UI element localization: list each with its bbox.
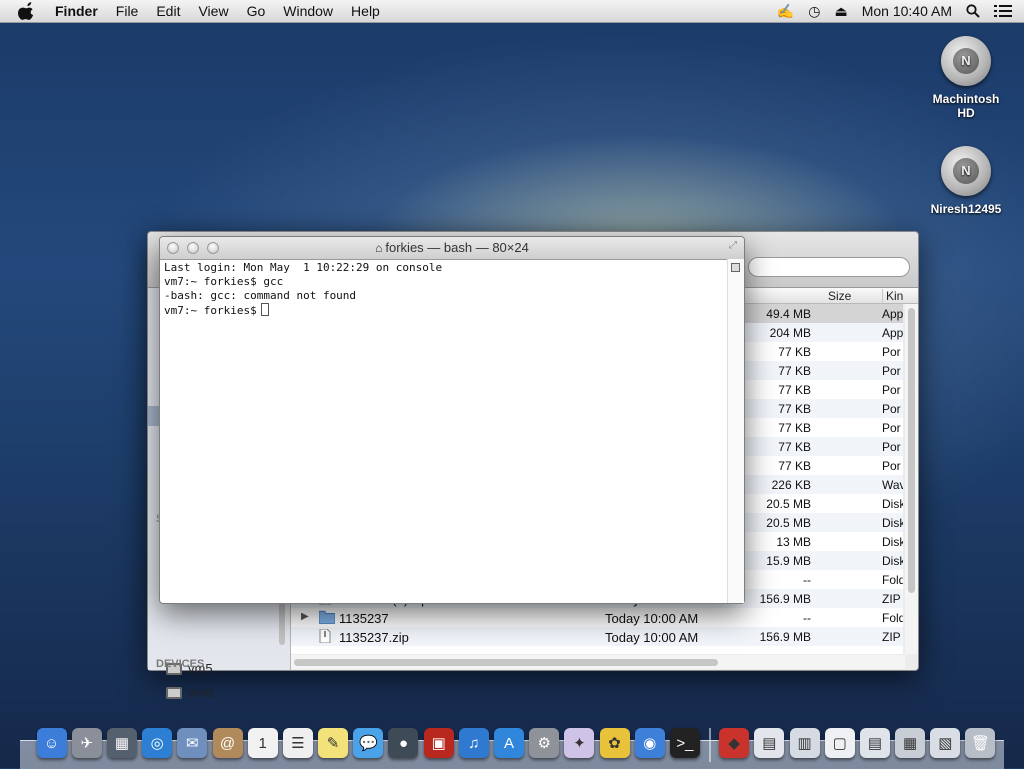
scroll-thumb[interactable] [294, 659, 718, 666]
horizontal-scrollbar[interactable] [291, 655, 905, 669]
menu-file[interactable]: File [107, 3, 148, 19]
dock-mail-icon[interactable]: ✉ [177, 728, 208, 758]
dock-doc-3-icon[interactable]: ▢ [824, 728, 855, 758]
terminal-line: vm7:~ forkies$ gcc [164, 275, 284, 288]
finder-search-field[interactable] [748, 257, 910, 277]
dock-system-preferences-icon[interactable]: ⚙ [529, 728, 560, 758]
menu-bar: Finder File Edit View Go Window Help ✍ ◷… [0, 0, 1024, 23]
apple-icon[interactable] [18, 2, 36, 20]
terminal-titlebar[interactable]: ⌂ forkies — bash — 80×24 ⤢ [160, 237, 744, 260]
dock-contacts-icon[interactable]: @ [212, 728, 243, 758]
fullscreen-icon[interactable]: ⤢ [729, 240, 740, 251]
sidebar-item-vm6[interactable]: vm6 [166, 685, 213, 700]
hard-disk-icon: N [941, 36, 991, 86]
menu-help[interactable]: Help [342, 3, 389, 19]
dock-doc-1-icon[interactable]: ▤ [754, 728, 785, 758]
dock-doc-2-icon[interactable]: ▥ [789, 728, 820, 758]
text-cursor [260, 303, 269, 316]
scroll-thumb[interactable] [908, 308, 915, 593]
terminal-output[interactable]: Last login: Mon May 1 10:22:29 on consol… [164, 261, 724, 599]
terminal-window[interactable]: ⌂ forkies — bash — 80×24 ⤢ Last login: Mo… [159, 236, 745, 604]
dock-cyberduck-icon[interactable]: ✿ [599, 728, 630, 758]
dock-mission-control-icon[interactable]: ▦ [106, 728, 137, 758]
folder-icon [319, 610, 335, 624]
desktop-icon-label: Niresh12495 [930, 202, 1002, 216]
terminal-title: ⌂ forkies — bash — 80×24 [375, 240, 529, 255]
dock-photo-booth-icon[interactable]: ▣ [423, 728, 454, 758]
menu-finder[interactable]: Finder [46, 3, 107, 19]
notification-list-icon[interactable] [994, 4, 1012, 18]
dock-terminal-icon[interactable]: >_ [669, 728, 700, 758]
terminal-prompt: vm7:~ forkies$ [164, 304, 257, 317]
terminal-line: -bash: gcc: command not found [164, 289, 357, 302]
desktop-icon-machintosh-hd[interactable]: N Machintosh HD [921, 36, 1011, 120]
script-icon[interactable]: ✍ [777, 3, 794, 20]
table-row[interactable]: 1135237.zip Today 10:00 AM 156.9 MB ZIP [291, 627, 903, 646]
dock-messages-icon[interactable]: 💬 [353, 728, 384, 758]
computer-icon [166, 686, 182, 699]
dock-app-store-icon[interactable]: A [494, 728, 525, 758]
spotlight-icon[interactable] [966, 4, 980, 18]
dock: ☺ ✈ ▦ ◎ ✉ @1 ☰ ✎ 💬 ● ▣ ♫ A ⚙ ✦ ✿ ◉ >_ ◆ ▤ ▥ ▢ ▤ ▦ ▧ 🗑 [34, 722, 1004, 768]
zip-file-icon [319, 629, 331, 643]
dock-chrome-icon[interactable]: ◉ [634, 728, 665, 758]
disclosure-triangle-icon[interactable]: ▶ [301, 611, 309, 622]
dock-reminders-icon[interactable]: ☰ [282, 728, 313, 758]
vertical-scrollbar[interactable] [905, 304, 918, 654]
dock-notes-icon[interactable]: ✎ [318, 728, 349, 758]
dock-angry-birds-icon[interactable]: ◆ [719, 728, 750, 758]
menu-window[interactable]: Window [274, 3, 342, 19]
desktop-icon-niresh12495[interactable]: N Niresh12495 [921, 146, 1011, 216]
dock-separator [708, 728, 711, 762]
dock-itunes-icon[interactable]: ♫ [458, 728, 489, 758]
split-pane-button[interactable] [731, 263, 740, 272]
column-header-kind[interactable]: Kin [882, 289, 903, 303]
sidebar-item-label: vm6 [188, 685, 213, 700]
column-header-size[interactable]: Size [828, 289, 851, 303]
menu-go[interactable]: Go [238, 3, 275, 19]
time-machine-icon[interactable]: ◷ [808, 3, 820, 20]
dock-unicorn-icon[interactable]: ✦ [564, 728, 595, 758]
menu-view[interactable]: View [189, 3, 237, 19]
dock-safari-icon[interactable]: ◎ [142, 728, 173, 758]
desktop-icon-label: Machintosh HD [932, 92, 1000, 120]
table-row[interactable]: ▶ 1135237 Today 10:00 AM -- Fold [291, 608, 903, 627]
dock-finder-icon[interactable]: ☺ [36, 728, 67, 758]
hard-disk-icon: N [941, 146, 991, 196]
sidebar-devices-header: DEVICES [156, 658, 205, 670]
menu-extras: ✍ ◷ ⏏ Mon 10:40 AM [777, 3, 1024, 20]
dock-doc-6-icon[interactable]: ▧ [930, 728, 961, 758]
dock-calendar-icon[interactable]: 1 [247, 728, 278, 758]
terminal-prompt-line: vm7:~ forkies$ [164, 303, 724, 318]
dock-facetime-icon[interactable]: ● [388, 728, 419, 758]
menu-clock[interactable]: Mon 10:40 AM [862, 3, 952, 19]
dock-launchpad-icon[interactable]: ✈ [71, 728, 102, 758]
terminal-scrollbar[interactable] [727, 259, 744, 603]
dock-doc-5-icon[interactable]: ▦ [895, 728, 926, 758]
dock-trash-icon[interactable]: 🗑 [965, 728, 996, 758]
menu-edit[interactable]: Edit [147, 3, 189, 19]
home-icon: ⌂ [375, 241, 383, 255]
terminal-line: Last login: Mon May 1 10:22:29 on consol… [164, 261, 443, 274]
dock-doc-4-icon[interactable]: ▤ [859, 728, 890, 758]
eject-icon[interactable]: ⏏ [834, 3, 847, 20]
